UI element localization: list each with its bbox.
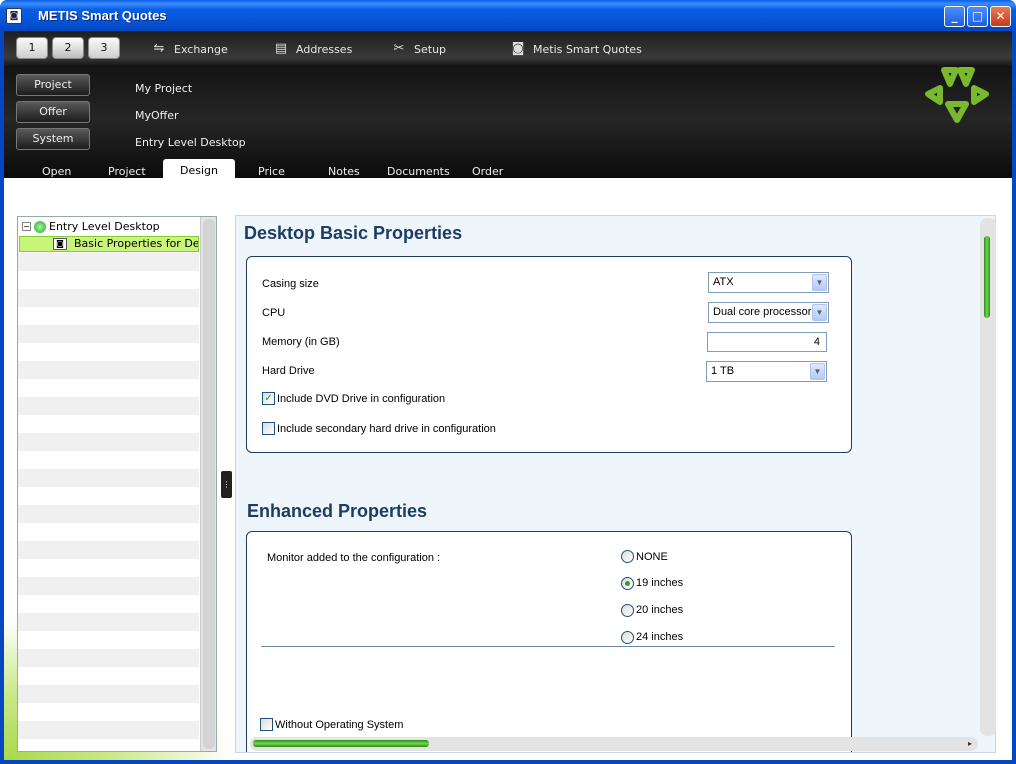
tree-scrollbar[interactable] (200, 217, 216, 751)
project-value: My Project (135, 82, 193, 95)
monitor-label: Monitor added to the configuration : (267, 552, 441, 564)
enhanced-properties-heading: Enhanced Properties (247, 501, 428, 521)
setup-link[interactable]: ✂ Setup (390, 41, 446, 57)
tab-price[interactable]: Price (258, 165, 285, 178)
hard-drive-label: Hard Drive (262, 365, 315, 377)
hard-drive-select[interactable]: 1 TB ▼ (706, 361, 827, 382)
addresses-link[interactable]: ▤ Addresses (272, 41, 352, 57)
cpu-label: CPU (262, 307, 286, 319)
exchange-icon: ⇋ (153, 41, 165, 56)
tree-item-root[interactable]: − Entry Level Desktop (22, 220, 160, 233)
project-button[interactable]: Project (16, 74, 90, 96)
exchange-link[interactable]: ⇋ Exchange (150, 41, 228, 57)
metis-logo-icon (925, 67, 989, 123)
tab-order[interactable]: Order (472, 165, 503, 178)
without-os-label: Without Operating System (275, 719, 404, 731)
setup-icon: ✂ (393, 41, 405, 56)
page-icon: ◙ (53, 238, 67, 250)
tab-open[interactable]: Open (42, 165, 71, 178)
main-horizontal-scrollbar-thumb[interactable] (253, 740, 429, 747)
addresses-icon: ▤ (274, 41, 288, 56)
monitor-19-radio[interactable] (621, 577, 634, 590)
basic-properties-heading: Desktop Basic Properties (244, 223, 463, 243)
close-button[interactable]: ✕ (990, 6, 1011, 27)
dvd-drive-checkbox[interactable]: ✓ (262, 392, 275, 405)
tree-item-basic-properties[interactable]: ◙ Basic Properties for Desktop (19, 236, 199, 252)
casing-size-label: Casing size (262, 278, 319, 290)
enhanced-properties-group: Monitor added to the configuration : NON… (246, 531, 852, 752)
secondary-drive-checkbox[interactable] (262, 422, 275, 435)
app-header: 1 2 3 ⇋ Exchange ▤ Addresses ✂ Setup ◙ M… (4, 31, 1012, 178)
main-vertical-scrollbar[interactable] (980, 218, 996, 736)
tab-design[interactable]: Design (163, 159, 235, 178)
app-icon: ◙ (6, 8, 22, 24)
window-frame-right (1012, 31, 1016, 764)
gear-icon (34, 220, 46, 233)
chevron-down-icon: ▼ (810, 363, 825, 380)
splitter-handle[interactable]: ⋮ (221, 471, 232, 498)
without-os-checkbox[interactable] (260, 718, 273, 731)
main-horizontal-scrollbar[interactable]: ▸ (250, 737, 978, 751)
chevron-right-icon[interactable]: ▸ (968, 737, 972, 751)
chevron-down-icon: ▼ (812, 274, 827, 291)
title-bar[interactable]: ◙ METIS Smart Quotes _ □ ✕ (0, 0, 1016, 31)
window-title: METIS Smart Quotes (38, 8, 167, 23)
maximize-button[interactable]: □ (967, 6, 988, 27)
tab-notes[interactable]: Notes (328, 165, 360, 178)
properties-panel: Desktop Basic Properties Casing size ATX… (235, 215, 996, 753)
main-vertical-scrollbar-thumb[interactable] (984, 236, 990, 318)
tree-rows (18, 253, 199, 751)
app-icon: ◙ (511, 41, 525, 56)
offer-value: MyOffer (135, 109, 179, 122)
chevron-down-icon: ▼ (812, 304, 827, 321)
cpu-select[interactable]: Dual core processor ▼ (708, 302, 829, 323)
monitor-20-radio[interactable] (621, 604, 634, 617)
page-3-button[interactable]: 3 (88, 37, 120, 59)
page-1-button[interactable]: 1 (16, 37, 48, 59)
offer-button[interactable]: Offer (16, 101, 90, 123)
metis-smart-quotes-link[interactable]: ◙ Metis Smart Quotes (509, 41, 642, 57)
dvd-drive-label: Include DVD Drive in configuration (277, 393, 446, 405)
page-2-button[interactable]: 2 (52, 37, 84, 59)
monitor-24-radio[interactable] (621, 631, 634, 644)
memory-input[interactable]: 4 (707, 332, 827, 352)
monitor-19-label: 19 inches (636, 577, 684, 589)
collapse-icon[interactable]: − (22, 222, 31, 231)
memory-label: Memory (in GB) (262, 336, 340, 348)
casing-size-select[interactable]: ATX ▼ (708, 272, 829, 293)
monitor-24-label: 24 inches (636, 631, 684, 643)
monitor-none-label: NONE (636, 551, 668, 563)
system-button[interactable]: System (16, 128, 90, 150)
basic-properties-group: Casing size ATX ▼ CPU Dual core processo… (246, 256, 852, 453)
secondary-drive-label: Include secondary hard drive in configur… (277, 423, 496, 435)
monitor-20-label: 20 inches (636, 604, 684, 616)
monitor-none-radio[interactable] (621, 550, 634, 563)
system-value: Entry Level Desktop (135, 136, 246, 149)
tab-documents[interactable]: Documents (387, 165, 450, 178)
minimize-button[interactable]: _ (944, 6, 965, 27)
section-divider (261, 646, 835, 647)
configuration-tree[interactable]: − Entry Level Desktop ◙ Basic Properties… (17, 216, 217, 752)
tab-project[interactable]: Project (108, 165, 146, 178)
window-frame-bottom (0, 760, 1016, 764)
tree-scrollbar-thumb[interactable] (203, 219, 215, 749)
